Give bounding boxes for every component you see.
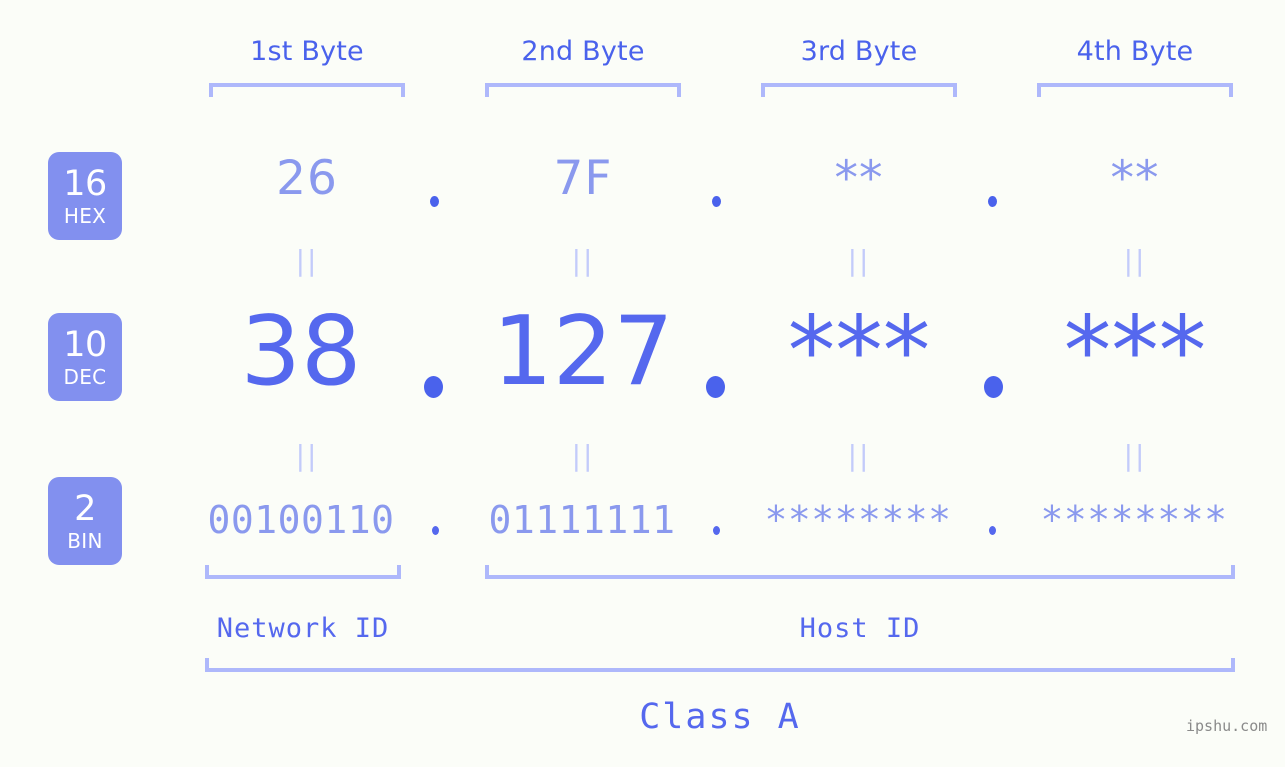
equals-mark-dec-bin-2: || (571, 439, 595, 472)
base-badge-dec-label: DEC (63, 364, 107, 389)
bin-byte-1: 00100110 (207, 498, 395, 542)
bin-dot-3 (989, 526, 996, 535)
byte-header-4: 4th Byte (1076, 36, 1194, 67)
equals-mark-hex-dec-2: || (571, 244, 595, 277)
byte-bracket-2 (485, 83, 681, 97)
ip-address-breakdown-diagram: 1st Byte 2nd Byte 3rd Byte 4th Byte 16 H… (0, 0, 1285, 767)
network-id-label: Network ID (216, 613, 390, 644)
bin-byte-3: ******** (764, 498, 952, 542)
bin-byte-2: 01111111 (488, 498, 676, 542)
byte-header-1: 1st Byte (250, 36, 364, 67)
dec-dot-3 (984, 376, 1003, 398)
equals-mark-hex-dec-1: || (295, 244, 319, 277)
equals-mark-dec-bin-1: || (295, 439, 319, 472)
base-badge-hex-label: HEX (63, 203, 107, 228)
base-badge-dec-number: 10 (63, 324, 107, 365)
base-badge-hex-number: 16 (63, 163, 107, 204)
hex-byte-3: ** (834, 151, 884, 206)
class-bracket (205, 658, 1235, 672)
host-id-bracket (485, 565, 1235, 579)
base-badge-bin-number: 2 (74, 488, 96, 529)
hex-dot-1 (430, 196, 439, 207)
base-badge-dec: 10 DEC (48, 313, 122, 401)
network-id-bracket (205, 565, 401, 579)
dec-dot-2 (706, 376, 725, 398)
base-badge-hex: 16 HEX (48, 152, 122, 240)
site-watermark: ipshu.com (1186, 717, 1268, 735)
base-badge-bin: 2 BIN (48, 477, 122, 565)
byte-bracket-3 (761, 83, 957, 97)
equals-mark-hex-dec-4: || (1123, 244, 1147, 277)
host-id-label: Host ID (799, 613, 921, 644)
base-badge-bin-label: BIN (67, 528, 103, 553)
byte-header-2: 2nd Byte (521, 36, 645, 67)
hex-dot-2 (712, 196, 721, 207)
dec-byte-2: 127 (492, 297, 674, 407)
dec-byte-1: 38 (240, 297, 362, 407)
equals-mark-dec-bin-4: || (1123, 439, 1147, 472)
class-label: Class A (639, 697, 801, 737)
byte-header-3: 3rd Byte (800, 36, 918, 67)
bin-dot-1 (432, 526, 439, 535)
equals-mark-dec-bin-3: || (847, 439, 871, 472)
byte-bracket-4 (1037, 83, 1233, 97)
byte-bracket-1 (209, 83, 405, 97)
hex-byte-2: 7F (553, 151, 613, 206)
equals-mark-hex-dec-3: || (847, 244, 871, 277)
hex-byte-1: 26 (276, 151, 338, 206)
hex-dot-3 (988, 196, 997, 207)
bin-dot-2 (713, 526, 720, 535)
hex-byte-4: ** (1110, 151, 1160, 206)
dec-byte-4: *** (1063, 297, 1207, 407)
dec-dot-1 (424, 376, 443, 398)
dec-byte-3: *** (787, 297, 931, 407)
bin-byte-4: ******** (1040, 498, 1228, 542)
